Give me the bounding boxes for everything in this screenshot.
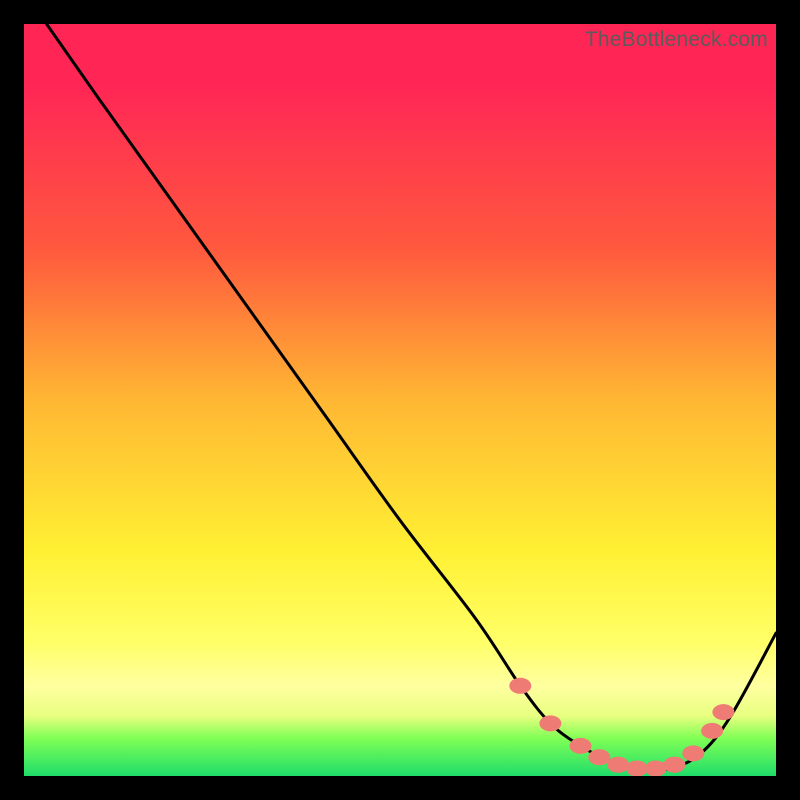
flat-zone-dot: [712, 704, 734, 720]
flat-zone-dot: [626, 761, 648, 777]
flat-zone-dot: [588, 749, 610, 765]
flat-zone-dot-group: [509, 678, 734, 776]
watermark-text: TheBottleneck.com: [585, 28, 768, 52]
flat-zone-dot: [509, 678, 531, 694]
bottleneck-curve-path: [47, 24, 776, 770]
chart-svg: [24, 24, 776, 776]
flat-zone-dot: [682, 745, 704, 761]
chart-plot-area: TheBottleneck.com: [24, 24, 776, 776]
flat-zone-dot: [664, 757, 686, 773]
flat-zone-dot: [701, 723, 723, 739]
flat-zone-dot: [539, 715, 561, 731]
flat-zone-dot: [645, 761, 667, 777]
flat-zone-dot: [607, 757, 629, 773]
flat-zone-dot: [570, 738, 592, 754]
